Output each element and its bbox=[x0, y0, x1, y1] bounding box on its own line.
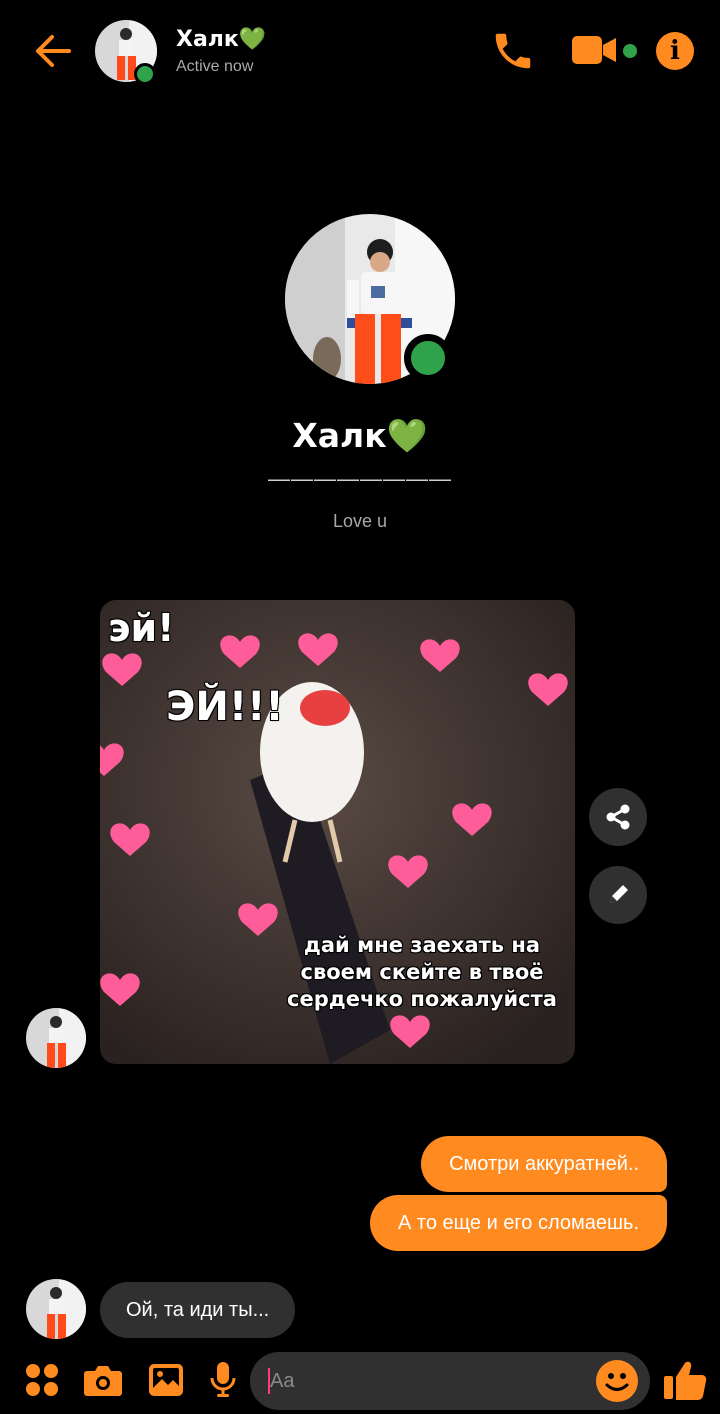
profile-name: Халк💚 bbox=[292, 416, 428, 455]
profile-divider: ———————— bbox=[268, 466, 452, 491]
online-indicator bbox=[134, 63, 156, 85]
gallery-icon bbox=[149, 1364, 183, 1396]
gallery-button[interactable] bbox=[146, 1360, 186, 1400]
outgoing-message[interactable]: Смотри аккуратней.. bbox=[421, 1136, 667, 1192]
video-camera-icon bbox=[572, 36, 616, 64]
info-icon: i bbox=[670, 36, 680, 66]
meme-image-message[interactable]: эй! ЭЙ!!! дай мне заехать на своем скейт… bbox=[100, 600, 575, 1064]
menu-dots-icon bbox=[26, 1364, 58, 1396]
pencil-icon bbox=[610, 885, 628, 903]
meme-text-hey: эй! bbox=[107, 605, 175, 651]
profile-bio: Love u bbox=[332, 511, 388, 531]
camera-icon bbox=[84, 1366, 122, 1396]
outgoing-message[interactable]: А то еще и его сломаешь. bbox=[370, 1195, 667, 1251]
meme-text-hey-loud: ЭЙ!!! bbox=[165, 683, 284, 731]
profile-online-indicator bbox=[404, 334, 452, 382]
meme-caption: дай мне заехать на своем скейте в твоё с… bbox=[286, 932, 557, 1012]
voice-call-button[interactable] bbox=[490, 28, 536, 74]
contact-name[interactable]: Халк💚 bbox=[176, 27, 266, 52]
emoji-icon bbox=[605, 1373, 629, 1391]
video-active-dot bbox=[623, 44, 637, 58]
back-arrow-icon bbox=[36, 35, 71, 67]
edit-button[interactable] bbox=[589, 866, 647, 924]
camera-button[interactable] bbox=[83, 1360, 123, 1400]
chat-header: Халк💚 Active now i bbox=[0, 0, 720, 100]
microphone-icon bbox=[210, 1362, 236, 1397]
thumbs-up-icon bbox=[664, 1361, 707, 1400]
more-actions-button[interactable] bbox=[22, 1360, 62, 1400]
phone-icon bbox=[495, 33, 531, 69]
message-input[interactable] bbox=[250, 1352, 650, 1410]
share-icon bbox=[606, 804, 630, 830]
emoji-button[interactable] bbox=[596, 1360, 638, 1402]
back-button[interactable] bbox=[30, 28, 76, 74]
contact-status: Active now bbox=[176, 58, 254, 75]
contact-avatar-small[interactable] bbox=[26, 1279, 86, 1339]
info-button[interactable]: i bbox=[656, 32, 694, 70]
incoming-message[interactable]: Ой, та иди ты... bbox=[100, 1282, 296, 1338]
text-cursor bbox=[268, 1368, 270, 1394]
share-button[interactable] bbox=[589, 788, 647, 846]
contact-avatar-small[interactable] bbox=[26, 1008, 86, 1068]
like-button[interactable] bbox=[663, 1358, 707, 1402]
voice-message-button[interactable] bbox=[203, 1360, 243, 1400]
